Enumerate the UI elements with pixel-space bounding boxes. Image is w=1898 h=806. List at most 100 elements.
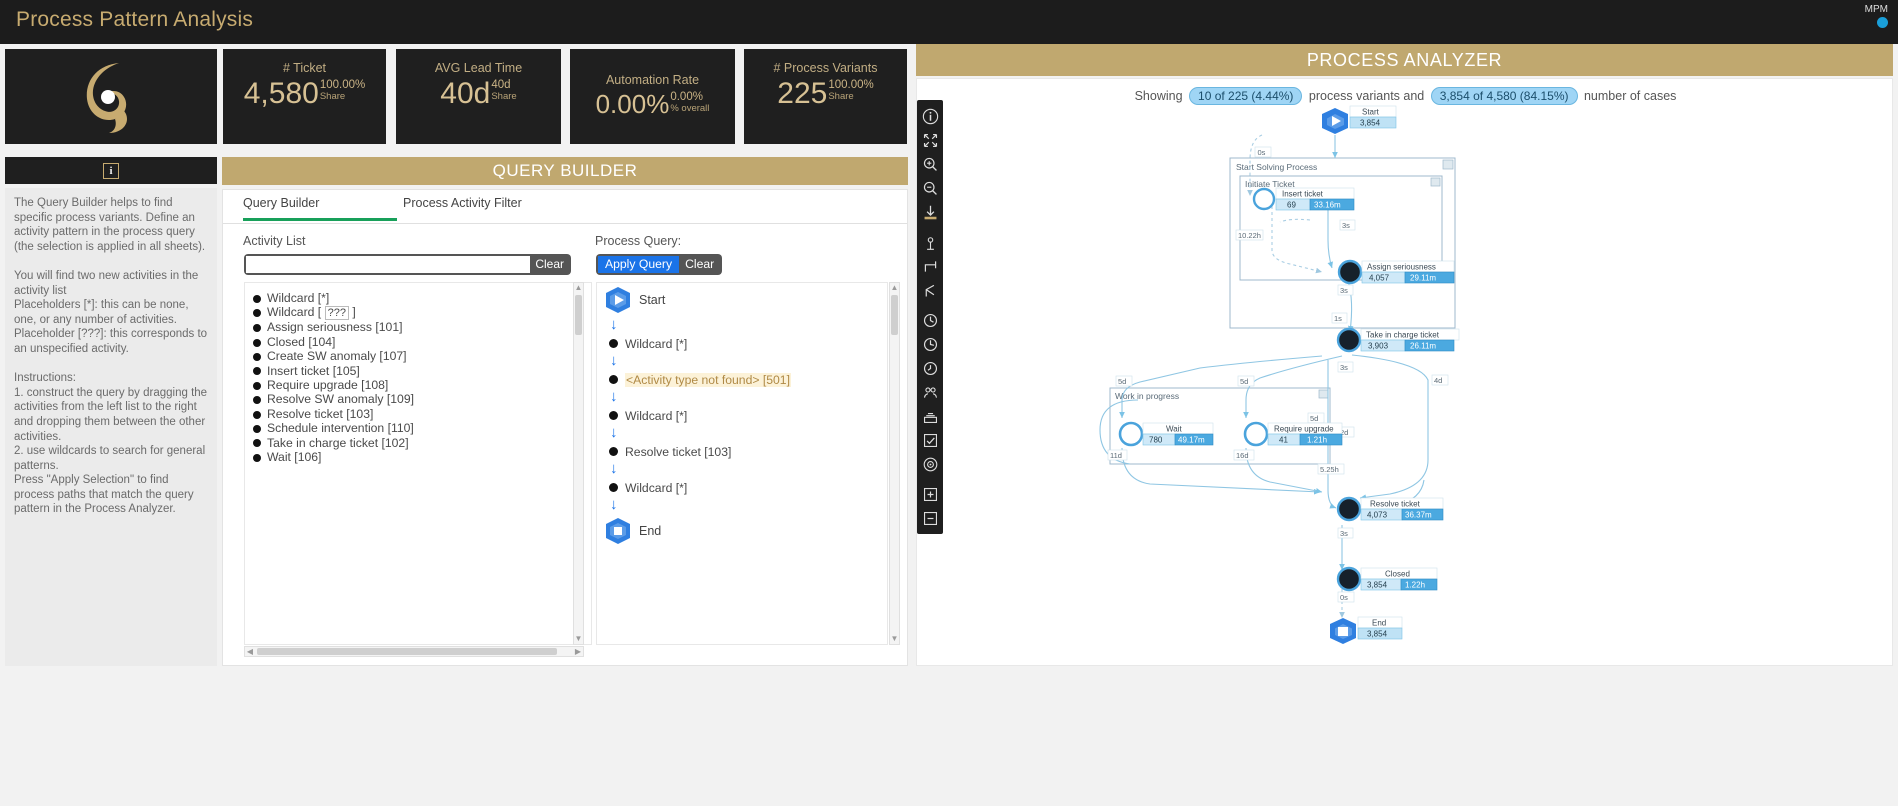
kpi-title: AVG Lead Time — [434, 61, 523, 75]
query-chain-item[interactable]: Wildcard [*] — [597, 478, 887, 497]
activity-list-item[interactable]: Wildcard [ ??? ] — [251, 305, 591, 321]
kpi-title: Automation Rate — [605, 73, 700, 87]
scroll-up-arrow-icon[interactable]: ▲ — [574, 283, 583, 293]
query-node-label: Wildcard [*] — [625, 408, 688, 423]
activity-label: Wildcard [*] — [267, 291, 330, 305]
activity-list-scrollbar[interactable]: ▲ ▼ — [573, 282, 584, 645]
stack-icon[interactable] — [917, 404, 943, 428]
svg-text:1s: 1s — [1334, 314, 1342, 323]
info-panel-text: The Query Builder helps to find specific… — [5, 188, 217, 666]
scroll-up-arrow-icon[interactable]: ▲ — [890, 283, 899, 293]
scroll-left-arrow-icon[interactable]: ◀ — [245, 647, 255, 656]
query-node-label: End — [639, 524, 662, 538]
activity-list-item[interactable]: Assign seriousness [101] — [251, 320, 591, 334]
activity-list-item[interactable]: Create SW anomaly [107] — [251, 349, 591, 363]
query-start-node[interactable]: Start — [597, 283, 887, 317]
svg-text:36.37m: 36.37m — [1405, 511, 1432, 520]
svg-text:1.21h: 1.21h — [1307, 436, 1327, 445]
activity-list-item[interactable]: Wait [106] — [251, 450, 591, 464]
svg-text:4,057: 4,057 — [1369, 274, 1390, 283]
download-icon[interactable] — [917, 200, 943, 224]
query-end-node[interactable]: End — [597, 514, 887, 548]
logo-card — [5, 49, 217, 144]
activity-list-item[interactable]: Wildcard [*] — [251, 291, 591, 305]
kpi-title: # Process Variants — [773, 61, 878, 75]
apply-query-button[interactable]: Apply Query — [598, 256, 680, 273]
info-panel-header: i — [5, 157, 217, 184]
activity-list-item[interactable]: Closed [104] — [251, 335, 591, 349]
activity-list-item[interactable]: Schedule intervention [110] — [251, 421, 591, 435]
scroll-thumb[interactable] — [891, 295, 898, 335]
brand-label: MPM — [1864, 4, 1888, 15]
info-icon[interactable] — [917, 104, 943, 128]
kpi-card-ticket: # Ticket 4,580 100.00% Share — [223, 49, 386, 144]
kpi-sub-label: % overall — [670, 103, 710, 114]
scroll-thumb[interactable] — [575, 295, 582, 335]
activity-list-hscrollbar[interactable]: ◀ ▶ — [244, 646, 584, 657]
activity-list-item[interactable]: Insert ticket [105] — [251, 364, 591, 378]
zoom-out-icon[interactable] — [917, 176, 943, 200]
bullet-icon — [253, 367, 261, 376]
activity-list-item[interactable]: Require upgrade [108] — [251, 378, 591, 392]
clock-icon[interactable] — [917, 308, 943, 332]
kpi-value: 0.00% — [595, 89, 670, 119]
fork-icon[interactable] — [917, 278, 943, 302]
query-node-label: Wildcard [*] — [625, 480, 688, 495]
query-chain-item[interactable]: Wildcard [*] — [597, 406, 887, 425]
add-box-icon[interactable] — [917, 482, 943, 506]
process-query-label: Process Query: — [595, 234, 682, 248]
svg-text:3,854: 3,854 — [1367, 630, 1388, 639]
target-icon[interactable] — [917, 452, 943, 476]
map-node-require-upgrade: Require upgrade 41 1.21h — [1243, 421, 1343, 447]
map-node-end: End 3,854 — [1330, 616, 1403, 644]
activity-search-box: Clear — [244, 254, 571, 275]
scroll-down-arrow-icon[interactable]: ▼ — [890, 634, 899, 644]
clock-third-icon[interactable] — [917, 356, 943, 380]
svg-text:0s: 0s — [1340, 593, 1348, 602]
expand-icon[interactable] — [917, 128, 943, 152]
activity-list[interactable]: Wildcard [*] Wildcard [ ??? ] Assign serio… — [244, 282, 592, 645]
activity-list-item[interactable]: Resolve ticket [103] — [251, 407, 591, 421]
zoom-in-icon[interactable] — [917, 152, 943, 176]
palette-icon[interactable] — [917, 230, 943, 254]
bullet-icon — [609, 339, 618, 348]
activity-list-item[interactable]: Take in charge ticket [102] — [251, 436, 591, 450]
query-chain-scrollbar[interactable]: ▲ ▼ — [889, 282, 900, 645]
query-node-label: Start — [639, 293, 666, 307]
app-header: Process Pattern Analysis MPM — [0, 0, 1898, 44]
clear-query-button[interactable]: Clear — [679, 256, 720, 273]
process-query-chain[interactable]: Start ↓ Wildcard [*] ↓ <Activity type not fo… — [596, 282, 888, 645]
search-clear-button[interactable]: Clear — [530, 256, 569, 273]
svg-text:Closed: Closed — [1385, 570, 1410, 579]
query-arrow-icon: ↓ — [610, 316, 618, 333]
bullet-icon — [253, 396, 261, 405]
search-input[interactable] — [246, 256, 531, 273]
remove-box-icon[interactable] — [917, 506, 943, 530]
group-icon[interactable] — [917, 380, 943, 404]
scroll-right-arrow-icon[interactable]: ▶ — [573, 647, 583, 656]
bullet-icon — [253, 425, 261, 434]
activity-label: Wait [106] — [267, 450, 322, 465]
svg-text:End: End — [1372, 619, 1386, 628]
svg-text:3s: 3s — [1340, 529, 1348, 538]
scroll-down-arrow-icon[interactable]: ▼ — [574, 634, 583, 644]
tab-process-activity-filter[interactable]: Process Activity Filter — [403, 196, 522, 218]
edge-labels: 0s 10.22h 3s 3s 3s 5d 5d 4d 5d 11d 16d 5… — [1107, 146, 1449, 603]
svg-text:49.17m: 49.17m — [1178, 436, 1205, 445]
query-chain-item[interactable]: Resolve ticket [103] — [597, 442, 887, 461]
branch-icon[interactable] — [917, 254, 943, 278]
query-chain-item[interactable]: <Activity type not found> [501] — [597, 370, 887, 389]
svg-text:16d: 16d — [1236, 451, 1249, 460]
kpi-sub-value: 100.00% — [319, 79, 366, 91]
kpi-value: 225 — [777, 77, 828, 110]
process-map[interactable]: Start Solving Process Initiate Ticket Wo… — [950, 100, 1890, 660]
scroll-thumb-h[interactable] — [257, 648, 557, 655]
clock-alt-icon[interactable] — [917, 332, 943, 356]
query-chain-item[interactable]: Wildcard [*] — [597, 334, 887, 353]
tab-query-builder[interactable]: Query Builder — [243, 196, 397, 221]
map-node-wait: Wait 780 49.17m — [1118, 421, 1214, 447]
svg-text:5d: 5d — [1310, 414, 1318, 423]
checkbox-icon[interactable] — [917, 428, 943, 452]
kpi-sub-label: Share — [319, 91, 346, 102]
activity-list-item[interactable]: Resolve SW anomaly [109] — [251, 392, 591, 406]
